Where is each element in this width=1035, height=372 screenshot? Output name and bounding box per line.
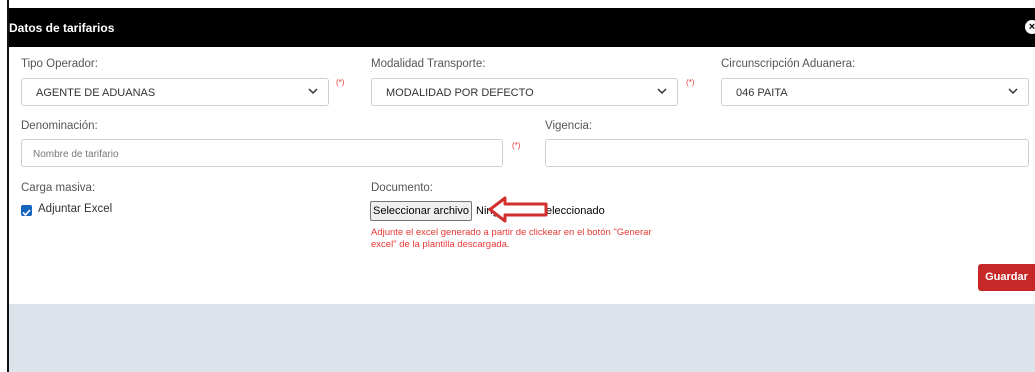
circunscripcion-value: 046 PAITA [736, 87, 788, 99]
chevron-down-icon [657, 88, 667, 95]
close-icon[interactable]: × [1025, 20, 1035, 34]
tipo-operador-value: AGENTE DE ADUANAS [36, 87, 156, 99]
modalidad-label: Modalidad Transporte: [371, 58, 486, 70]
circunscripcion-label: Circunscripción Aduanera: [721, 58, 856, 70]
documento-hint: Adjunte el excel generado a partir de cl… [371, 227, 652, 250]
required-marker: (*) [686, 78, 695, 87]
modalidad-value: MODALIDAD POR DEFECTO [386, 87, 534, 99]
tipo-operador-label: Tipo Operador: [21, 58, 98, 70]
file-status-suffix: eleccionado [546, 205, 605, 217]
vigencia-input[interactable] [545, 139, 1029, 167]
top-margin [0, 0, 1035, 8]
check-icon [22, 209, 31, 217]
modalidad-select[interactable]: MODALIDAD POR DEFECTO [371, 78, 678, 106]
footer-area [9, 304, 1035, 372]
denominacion-input[interactable]: Nombre de tarifario [21, 139, 503, 167]
chevron-down-icon [308, 88, 318, 95]
documento-label: Documento: [371, 182, 434, 194]
choose-file-button[interactable]: Seleccionar archivo [370, 201, 472, 221]
arrow-left-icon [488, 196, 548, 223]
tipo-operador-select[interactable]: AGENTE DE ADUANAS [21, 78, 329, 106]
required-marker: (*) [336, 78, 345, 87]
panel-title: Datos de tarifarios [9, 21, 115, 35]
save-button[interactable]: Guardar [978, 264, 1035, 291]
denominacion-label: Denominación: [21, 120, 98, 132]
panel-header: Datos de tarifarios × [9, 8, 1035, 47]
adjuntar-excel-label: Adjuntar Excel [38, 203, 113, 215]
denominacion-placeholder: Nombre de tarifario [33, 149, 119, 160]
chevron-down-icon [1008, 88, 1018, 95]
adjuntar-excel-checkbox[interactable] [21, 205, 32, 217]
vigencia-label: Vigencia: [545, 120, 593, 132]
required-marker: (*) [512, 141, 521, 150]
circunscripcion-select[interactable]: 046 PAITA [721, 78, 1029, 106]
carga-masiva-label: Carga masiva: [21, 182, 96, 194]
